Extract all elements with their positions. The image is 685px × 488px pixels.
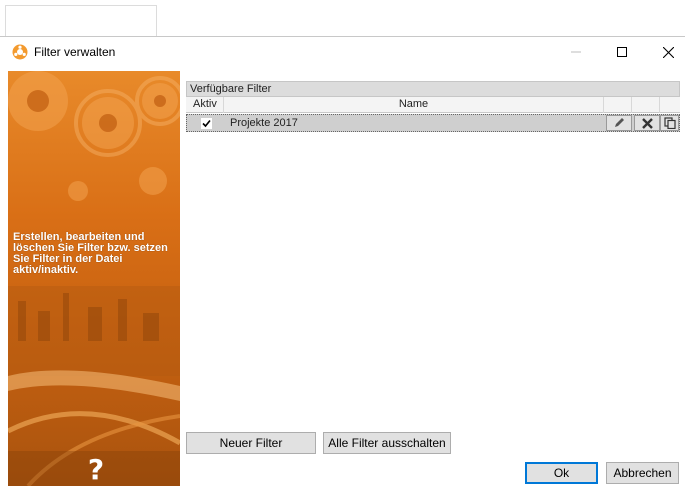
column-header-delete <box>632 97 660 113</box>
disable-all-filters-button[interactable]: Alle Filter ausschalten <box>323 432 451 454</box>
delete-filter-button[interactable] <box>634 115 660 131</box>
sidebar-banner: Erstellen, bearbeiten und löschen Sie Fi… <box>8 71 180 486</box>
window-title: Filter verwalten <box>34 45 116 59</box>
title-bar: Filter verwalten <box>0 37 685 67</box>
ok-button[interactable]: Ok <box>525 462 598 484</box>
column-header-copy <box>660 97 680 113</box>
column-header-active[interactable]: Aktiv <box>186 97 224 113</box>
grid-caption: Verfügbare Filter <box>186 81 680 97</box>
gears-city-artwork <box>8 71 180 486</box>
maximize-button[interactable] <box>599 37 645 67</box>
help-icon[interactable]: ? <box>84 456 108 484</box>
copy-icon <box>663 117 676 129</box>
filter-dialog: Filter verwalten Erstellen, bearbeiten u… <box>0 36 685 488</box>
close-button[interactable] <box>645 37 685 67</box>
column-header-name[interactable]: Name <box>224 97 604 113</box>
minimize-button[interactable] <box>553 37 599 67</box>
filter-app-icon <box>12 44 28 60</box>
table-row[interactable]: Projekte 2017 <box>186 114 680 132</box>
cancel-button[interactable]: Abbrechen <box>606 462 679 484</box>
filter-grid: Verfügbare Filter Aktiv Name Projekte 20… <box>186 81 680 463</box>
background-tab <box>5 5 157 39</box>
new-filter-button[interactable]: Neuer Filter <box>186 432 316 454</box>
copy-filter-button[interactable] <box>660 115 679 131</box>
pencil-icon <box>615 118 624 127</box>
edit-filter-button[interactable] <box>606 115 632 131</box>
checkmark-icon <box>202 119 211 128</box>
grid-header: Aktiv Name <box>186 97 680 113</box>
delete-x-icon <box>641 117 653 129</box>
column-header-edit <box>604 97 632 113</box>
minimize-icon <box>571 51 581 53</box>
maximize-icon <box>617 47 627 57</box>
filter-name: Projekte 2017 <box>230 117 298 129</box>
sidebar-description: Erstellen, bearbeiten und löschen Sie Fi… <box>13 231 168 276</box>
close-icon <box>662 46 674 58</box>
active-checkbox[interactable] <box>201 118 212 129</box>
